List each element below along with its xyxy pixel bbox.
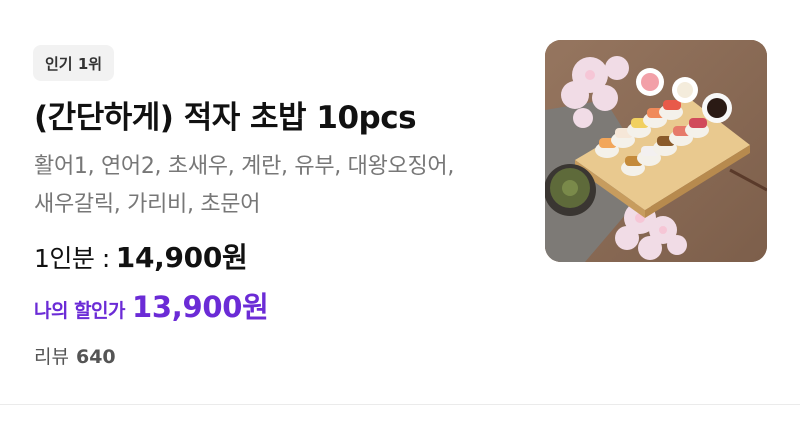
section-divider <box>0 404 800 405</box>
description-line-1: 활어1, 연어2, 초새우, 계란, 유부, 대왕오징어, <box>34 154 455 179</box>
description-line-2: 새우갈릭, 가리비, 초문어 <box>34 192 261 217</box>
menu-item-card[interactable]: 인기 1위 (간단하게) 적자 초밥 10pcs 활어1, 연어2, 초새우, … <box>0 0 800 404</box>
review-count: 640 <box>75 346 116 368</box>
menu-item-image[interactable] <box>545 40 767 262</box>
review-info: 리뷰 640 <box>34 342 116 369</box>
menu-item-description: 활어1, 연어2, 초새우, 계란, 유부, 대왕오징어, 새우갈릭, 가리비,… <box>34 148 534 224</box>
popularity-badge: 인기 1위 <box>33 45 115 81</box>
sushi-photo-icon <box>545 40 767 262</box>
price-value: 14,900원 <box>115 241 248 274</box>
review-label: 리뷰 <box>34 346 69 368</box>
discount-label: 나의 할인가 <box>34 300 126 322</box>
price-label: 1인분 : <box>34 244 110 273</box>
popularity-badge-label: 인기 1위 <box>45 54 103 73</box>
price-row: 1인분 : 14,900원 <box>34 236 248 276</box>
menu-item-title: (간단하게) 적자 초밥 10pcs <box>34 100 417 136</box>
discount-price: 13,900원 <box>132 290 269 324</box>
discount-row: 나의 할인가 13,900원 <box>34 284 269 326</box>
